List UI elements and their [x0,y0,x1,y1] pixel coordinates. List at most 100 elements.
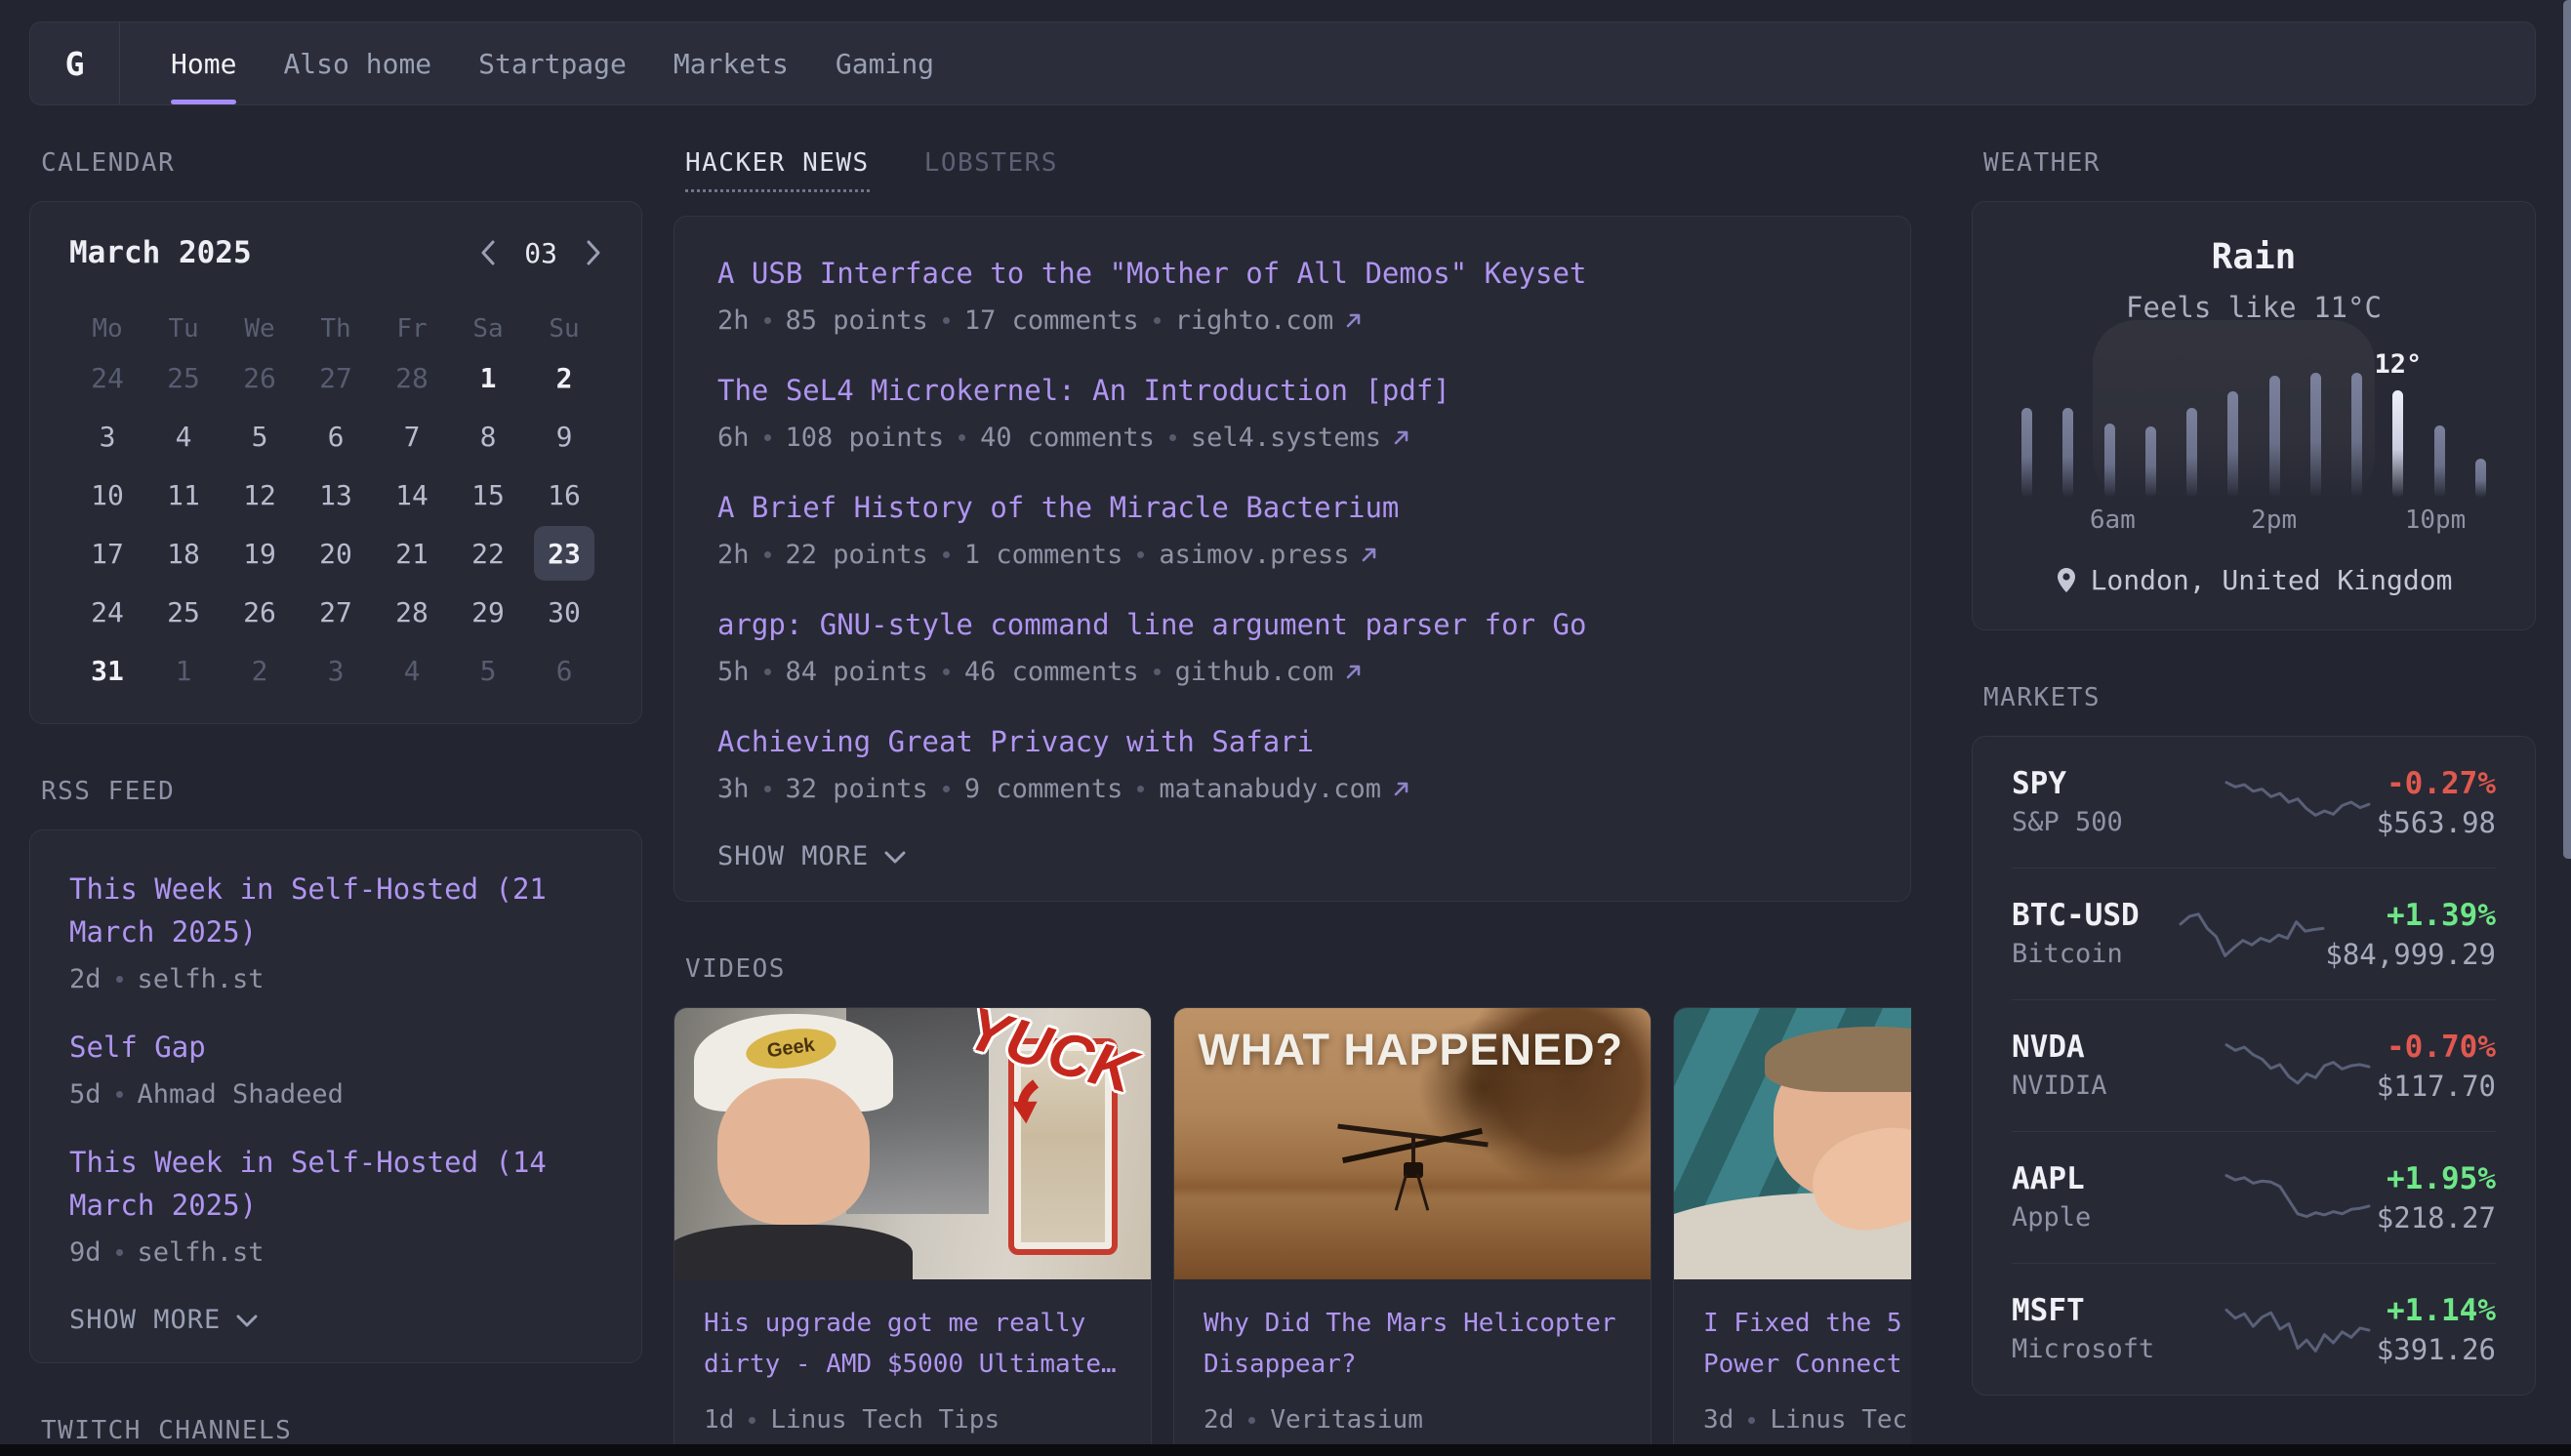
news-tab-lobsters[interactable]: LOBSTERS [924,148,1058,189]
calendar-day[interactable]: 31 [77,643,138,698]
market-symbol: NVDA [2012,1028,2219,1067]
calendar-day[interactable]: 24 [77,350,138,405]
calendar-day[interactable]: 17 [77,526,138,581]
calendar-day[interactable]: 29 [458,585,518,639]
weather-bar [2062,408,2073,498]
news-item-domain: matanabudy.com [1159,774,1381,804]
news-item-title[interactable]: A USB Interface to the "Mother of All De… [717,252,1867,295]
nav-tab-gaming[interactable]: Gaming [836,22,934,104]
market-row-spy[interactable]: SPYS&P 500-0.27%$563.98 [2012,737,2496,868]
external-link-icon [1344,662,1364,681]
calendar-day[interactable]: 4 [153,409,214,464]
calendar-day[interactable]: 10 [77,467,138,522]
market-row-btc-usd[interactable]: BTC-USDBitcoin+1.39%$84,999.29 [2012,869,2496,999]
nav-tab-home[interactable]: Home [171,22,236,104]
calendar-day[interactable]: 28 [382,350,442,405]
calendar-day[interactable]: 30 [534,585,594,639]
news-item-title[interactable]: Achieving Great Privacy with Safari [717,720,1867,763]
market-row-msft[interactable]: MSFTMicrosoft+1.14%$391.26 [2012,1264,2496,1395]
calendar-day[interactable]: 1 [153,643,214,698]
calendar-day[interactable]: 16 [534,467,594,522]
calendar-day[interactable]: 2 [229,643,290,698]
weather-bar [2227,391,2238,498]
news-item: A Brief History of the Miracle Bacterium… [717,486,1867,572]
sparkline-chart [2224,1166,2371,1229]
market-price: $563.98 [2377,805,2496,840]
helicopter-silhouette [1360,1127,1464,1214]
calendar-day[interactable]: 25 [153,585,214,639]
rss-item-title[interactable]: This Week in Self-Hosted (21 March 2025) [69,868,602,953]
weather-bar [2310,373,2321,498]
calendar-day[interactable]: 7 [382,409,442,464]
weather-bar [2434,425,2445,498]
calendar-day[interactable]: 1 [458,350,518,405]
video-title[interactable]: Why Did The Mars Helicopter Disappear? [1204,1303,1621,1385]
news-item-title[interactable]: A Brief History of the Miracle Bacterium [717,486,1867,529]
calendar-day[interactable]: 24 [77,585,138,639]
market-row-aapl[interactable]: AAPLApple+1.95%$218.27 [2012,1132,2496,1263]
video-card[interactable]: WHAT HAPPENED? Why Did The Mars Helicopte… [1173,1007,1652,1456]
video-thumbnail[interactable]: GeekYUCK [674,1008,1151,1279]
calendar-day[interactable]: 14 [382,467,442,522]
nav-tab-startpage[interactable]: Startpage [478,22,627,104]
calendar-day[interactable]: 27 [306,350,366,405]
dot-separator [1248,1417,1255,1424]
nav-tab-markets[interactable]: Markets [673,22,789,104]
news-item-title[interactable]: The SeL4 Microkernel: An Introduction [p… [717,369,1867,412]
calendar-day[interactable]: 4 [382,643,442,698]
calendar-day[interactable]: 28 [382,585,442,639]
calendar-day[interactable]: 23 [534,526,594,581]
calendar-day[interactable]: 26 [229,585,290,639]
calendar-day[interactable]: 15 [458,467,518,522]
calendar-day[interactable]: 3 [306,643,366,698]
calendar-day[interactable]: 6 [534,643,594,698]
calendar-day[interactable]: 18 [153,526,214,581]
calendar-day[interactable]: 26 [229,350,290,405]
news-item-meta: 6h108 points40 commentssel4.systems [717,420,1867,455]
rss-show-more-button[interactable]: SHOW MORE [69,1305,258,1335]
news-item-comments: 1 comments [964,540,1123,570]
calendar-day[interactable]: 6 [306,409,366,464]
rss-item-title[interactable]: Self Gap [69,1026,602,1069]
calendar-day[interactable]: 3 [77,409,138,464]
market-name: S&P 500 [2012,805,2219,840]
top-nav: G Home Also home Startpage Markets Gaming [29,21,2536,105]
news-tab-hacker-news[interactable]: HACKER NEWS [685,148,870,192]
calendar-day[interactable]: 11 [153,467,214,522]
rss-item-meta: 9dselfh.st [69,1234,602,1270]
video-thumbnail[interactable]: DO TH T [1674,1008,1911,1279]
calendar-day[interactable]: 5 [229,409,290,464]
calendar-day[interactable]: 21 [382,526,442,581]
calendar-day[interactable]: 12 [229,467,290,522]
calendar-day[interactable]: 20 [306,526,366,581]
calendar-day[interactable]: 25 [153,350,214,405]
nav-tab-also-home[interactable]: Also home [283,22,431,104]
scrollbar[interactable] [2563,0,2571,859]
calendar-day[interactable]: 2 [534,350,594,405]
calendar-day[interactable]: 19 [229,526,290,581]
video-title[interactable]: I Fixed the 5 Power Connect [1703,1303,1911,1385]
dot-separator [116,1249,123,1256]
calendar-day[interactable]: 5 [458,643,518,698]
video-title[interactable]: His upgrade got me really dirty - AMD $5… [704,1303,1122,1385]
app-logo[interactable]: G [30,22,120,104]
calendar-day[interactable]: 8 [458,409,518,464]
external-link-icon [1392,779,1411,798]
rss-item-age: 5d [69,1079,102,1110]
calendar-prev-button[interactable] [479,239,497,266]
calendar-day[interactable]: 13 [306,467,366,522]
market-row-nvda[interactable]: NVDANVIDIA-0.70%$117.70 [2012,1000,2496,1131]
rss-item-title[interactable]: This Week in Self-Hosted (14 March 2025) [69,1141,602,1227]
nav-tabs: Home Also home Startpage Markets Gaming [120,22,934,104]
calendar-day[interactable]: 27 [306,585,366,639]
market-price: $391.26 [2377,1332,2496,1367]
news-item-title[interactable]: argp: GNU-style command line argument pa… [717,603,1867,646]
news-show-more-button[interactable]: SHOW MORE [717,841,906,871]
video-thumbnail[interactable]: WHAT HAPPENED? [1174,1008,1651,1279]
video-card[interactable]: GeekYUCK His upgrade got me really dirty … [673,1007,1152,1456]
video-card[interactable]: DO TH TI Fixed the 5 Power Connect3dLinu… [1673,1007,1911,1456]
dot-separator [749,1417,755,1424]
calendar-next-button[interactable] [585,239,602,266]
calendar-day[interactable]: 22 [458,526,518,581]
calendar-day[interactable]: 9 [534,409,594,464]
